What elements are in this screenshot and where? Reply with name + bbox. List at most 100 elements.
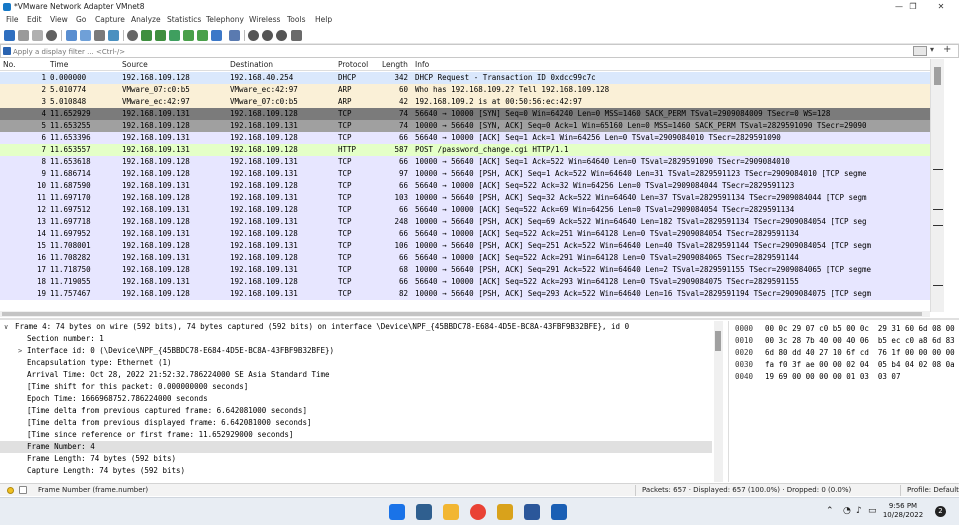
battery-icon[interactable]: ▭ <box>868 506 877 516</box>
go-last-packet-icon[interactable] <box>197 30 208 41</box>
zoom-out-icon[interactable] <box>262 30 273 41</box>
packet-row[interactable]: 19 11.757467 192.168.109.128 192.168.109… <box>0 288 930 300</box>
packet-row[interactable]: 7 11.653557 192.168.109.131 192.168.109.… <box>0 144 930 156</box>
detail-row[interactable]: Section number: 1 <box>0 333 712 345</box>
display-filter-input[interactable] <box>13 46 893 57</box>
menu-file[interactable]: File <box>6 15 19 24</box>
apply-filter-button[interactable] <box>913 46 927 56</box>
detail-row[interactable]: [Time delta from previous displayed fram… <box>0 417 712 429</box>
column-no[interactable]: No. <box>3 60 15 69</box>
filter-bookmark-icon[interactable] <box>3 47 11 55</box>
packet-row[interactable]: 5 11.653255 192.168.109.128 192.168.109.… <box>0 120 930 132</box>
capture-options-icon[interactable] <box>46 30 57 41</box>
packet-row[interactable]: 3 5.010848 VMware_ec:42:97 VMware_07:c0:… <box>0 96 930 108</box>
system-clock[interactable]: 9:56 PM 10/28/2022 <box>878 502 928 520</box>
packet-row[interactable]: 18 11.719055 192.168.109.131 192.168.109… <box>0 276 930 288</box>
column-time[interactable]: Time <box>50 60 68 69</box>
word-icon[interactable] <box>524 504 540 520</box>
packet-row[interactable]: 13 11.697718 192.168.109.128 192.168.109… <box>0 216 930 228</box>
colorize-icon[interactable] <box>229 30 240 41</box>
menu-capture[interactable]: Capture <box>95 15 125 24</box>
packet-row[interactable]: 8 11.653618 192.168.109.128 192.168.109.… <box>0 156 930 168</box>
detail-row[interactable]: Encapsulation type: Ethernet (1) <box>0 357 712 369</box>
packet-list-hscrollbar[interactable] <box>0 311 930 317</box>
menu-analyze[interactable]: Analyze <box>131 15 161 24</box>
restart-capture-icon[interactable] <box>32 30 43 41</box>
menu-wireless[interactable]: Wireless <box>249 15 280 24</box>
packet-row[interactable]: 14 11.697952 192.168.109.131 192.168.109… <box>0 228 930 240</box>
autoscroll-icon[interactable] <box>211 30 222 41</box>
packet-row[interactable]: 4 11.652929 192.168.109.131 192.168.109.… <box>0 108 930 120</box>
wireshark-taskbar-icon[interactable] <box>551 504 567 520</box>
close-button[interactable]: ✕ <box>928 0 954 14</box>
start-capture-icon[interactable] <box>4 30 15 41</box>
go-back-icon[interactable] <box>141 30 152 41</box>
detail-row[interactable]: Epoch Time: 1666968752.786224000 seconds <box>0 393 712 405</box>
menu-telephony[interactable]: Telephony <box>206 15 244 24</box>
reload-file-icon[interactable] <box>108 30 119 41</box>
widgets-app-icon[interactable] <box>416 504 432 520</box>
column-info[interactable]: Info <box>415 60 429 69</box>
packet-row[interactable]: 9 11.686714 192.168.109.128 192.168.109.… <box>0 168 930 180</box>
zoom-in-icon[interactable] <box>248 30 259 41</box>
volume-icon[interactable]: ♪ <box>856 506 862 516</box>
status-profile[interactable]: Profile: Default <box>907 486 959 494</box>
details-scrollbar[interactable] <box>714 321 723 482</box>
menu-view[interactable]: View <box>50 15 68 24</box>
open-file-icon[interactable] <box>66 30 77 41</box>
bytes-row[interactable]: 0010 00 3c 28 7b 40 00 40 06 b5 ec c0 a8 … <box>729 335 959 347</box>
add-filter-button-icon[interactable]: + <box>943 44 951 55</box>
hscrollbar-thumb[interactable] <box>2 312 922 316</box>
go-to-packet-icon[interactable] <box>169 30 180 41</box>
close-file-icon[interactable] <box>94 30 105 41</box>
scrollbar-thumb[interactable] <box>934 67 941 85</box>
resize-columns-icon[interactable] <box>291 30 302 41</box>
detail-row[interactable]: ∨ Frame 4: 74 bytes on wire (592 bits), 7… <box>0 321 712 333</box>
detail-row[interactable]: Arrival Time: Oct 28, 2022 21:52:32.7862… <box>0 369 712 381</box>
packet-row[interactable]: 16 11.708282 192.168.109.131 192.168.109… <box>0 252 930 264</box>
wifi-icon[interactable]: ◔ <box>843 506 851 516</box>
packet-row[interactable]: 6 11.653396 192.168.109.131 192.168.109.… <box>0 132 930 144</box>
detail-row[interactable]: Capture Length: 74 bytes (592 bits) <box>0 465 712 477</box>
menu-tools[interactable]: Tools <box>287 15 305 24</box>
notes-app-icon[interactable] <box>497 504 513 520</box>
expand-toggle-icon[interactable]: ∨ <box>4 321 8 333</box>
menu-go[interactable]: Go <box>76 15 86 24</box>
restore-button[interactable]: ❐ <box>900 0 926 14</box>
notification-badge[interactable]: 2 <box>935 506 946 517</box>
detail-row[interactable]: [Time since reference or first frame: 11… <box>0 429 712 441</box>
save-file-icon[interactable] <box>80 30 91 41</box>
packet-row[interactable]: 10 11.687590 192.168.109.131 192.168.109… <box>0 180 930 192</box>
expert-info-icon[interactable] <box>7 487 14 494</box>
filter-dropdown-icon[interactable]: ▾ <box>930 45 934 54</box>
detail-row[interactable]: > Interface id: 0 (\Device\NPF_{45BBDC78-… <box>0 345 712 357</box>
normal-size-icon[interactable] <box>276 30 287 41</box>
detail-row[interactable]: Frame Length: 74 bytes (592 bits) <box>0 453 712 465</box>
go-forward-icon[interactable] <box>155 30 166 41</box>
find-packet-icon[interactable] <box>127 30 138 41</box>
column-length[interactable]: Length <box>382 60 408 69</box>
pane-splitter[interactable] <box>0 318 959 320</box>
menu-edit[interactable]: Edit <box>27 15 42 24</box>
packet-row[interactable]: 2 5.010774 VMware_07:c0:b5 VMware_ec:42:… <box>0 84 930 96</box>
go-first-packet-icon[interactable] <box>183 30 194 41</box>
bytes-row[interactable]: 0030 fa f0 3f ae 00 00 02 04 05 b4 04 02 … <box>729 359 959 371</box>
tray-chevron-icon[interactable]: ⌃ <box>826 506 834 516</box>
column-destination[interactable]: Destination <box>230 60 273 69</box>
packet-row[interactable]: 11 11.697170 192.168.109.128 192.168.109… <box>0 192 930 204</box>
bytes-row[interactable]: 0040 19 69 00 00 00 00 01 03 03 07 <box>729 371 959 383</box>
column-protocol[interactable]: Protocol <box>338 60 368 69</box>
packet-list-scrollbar[interactable] <box>930 59 944 312</box>
details-scrollbar-thumb[interactable] <box>715 331 721 351</box>
packet-row[interactable]: 12 11.697512 192.168.109.131 192.168.109… <box>0 204 930 216</box>
chrome-icon[interactable] <box>470 504 486 520</box>
packet-row[interactable]: 1 0.000000 192.168.109.128 192.168.40.25… <box>0 72 930 84</box>
bytes-row[interactable]: 0000 00 0c 29 07 c0 b5 00 0c 29 31 60 6d … <box>729 323 959 335</box>
packet-row[interactable]: 15 11.708001 192.168.109.128 192.168.109… <box>0 240 930 252</box>
packet-row[interactable]: 17 11.718750 192.168.109.128 192.168.109… <box>0 264 930 276</box>
windows-start-icon[interactable] <box>389 504 405 520</box>
file-explorer-icon[interactable] <box>443 504 459 520</box>
detail-row[interactable]: [Time shift for this packet: 0.000000000… <box>0 381 712 393</box>
menu-statistics[interactable]: Statistics <box>167 15 201 24</box>
detail-row[interactable]: Frame Number: 4 <box>0 441 712 453</box>
